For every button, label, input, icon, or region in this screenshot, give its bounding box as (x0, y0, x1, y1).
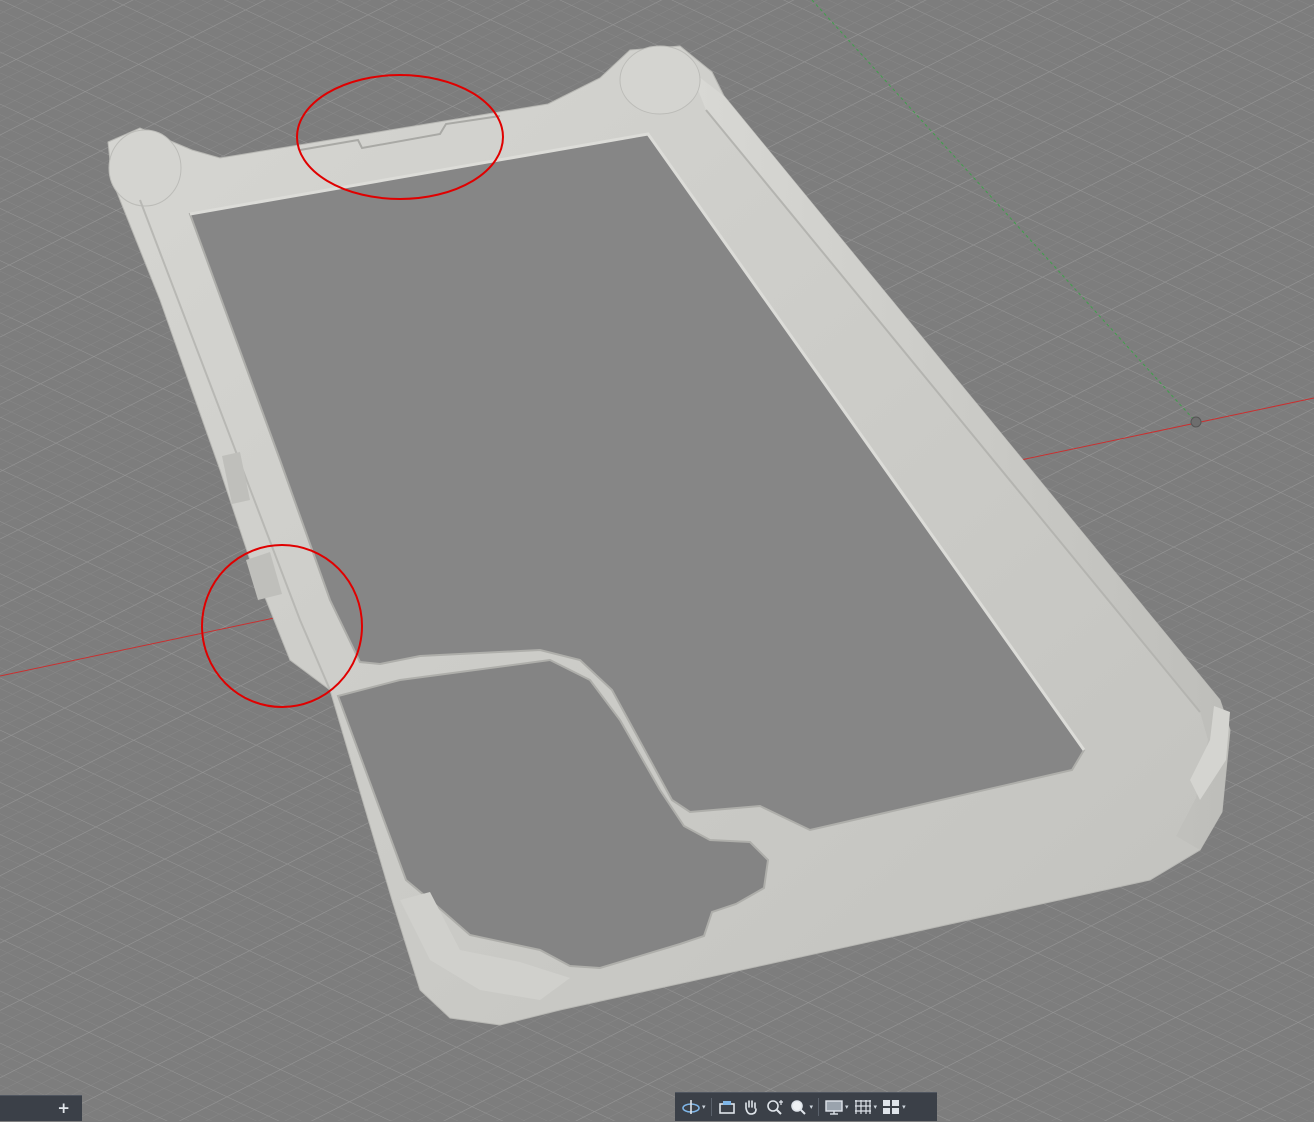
grid-icon (854, 1100, 871, 1114)
display-settings-button[interactable]: ▾ (822, 1093, 851, 1122)
origin-marker[interactable] (1190, 416, 1202, 428)
pan-icon (744, 1100, 757, 1115)
navigation-toolbar: ▾ ▾ ▾ ▾ ▾ (675, 1092, 937, 1121)
add-button[interactable]: + (57, 1099, 70, 1117)
viewports-button[interactable]: ▾ (879, 1093, 908, 1122)
corner-bumper-top-right (619, 45, 701, 115)
toolbar-divider (710, 1098, 712, 1116)
look-at-button[interactable] (715, 1093, 739, 1122)
corner-bumper-top-left (108, 129, 182, 207)
viewports-menu-caret[interactable]: ▾ (902, 1103, 906, 1111)
display-menu-caret[interactable]: ▾ (845, 1103, 849, 1111)
look-at-icon (718, 1101, 735, 1114)
canvas-viewport[interactable] (0, 0, 1314, 1121)
viewport-scene[interactable] (0, 0, 1314, 1121)
zoom-window-icon (790, 1100, 806, 1115)
orbit-icon (682, 1100, 700, 1114)
orbit-button[interactable]: ▾ (679, 1093, 708, 1122)
browser-panel-tab[interactable]: + (0, 1095, 82, 1121)
zoom-window-button[interactable]: ▾ (787, 1093, 816, 1122)
zoom-button[interactable] (763, 1093, 787, 1122)
grid-settings-button[interactable]: ▾ (851, 1093, 880, 1122)
viewports-icon (883, 1100, 900, 1114)
zoom-icon (766, 1100, 783, 1115)
toolbar-divider (818, 1098, 820, 1116)
orbit-menu-caret[interactable]: ▾ (702, 1103, 706, 1111)
pan-button[interactable] (739, 1093, 763, 1122)
grid-menu-caret[interactable]: ▾ (874, 1103, 878, 1111)
zoom-menu-caret[interactable]: ▾ (810, 1103, 814, 1111)
display-settings-icon (825, 1100, 843, 1115)
